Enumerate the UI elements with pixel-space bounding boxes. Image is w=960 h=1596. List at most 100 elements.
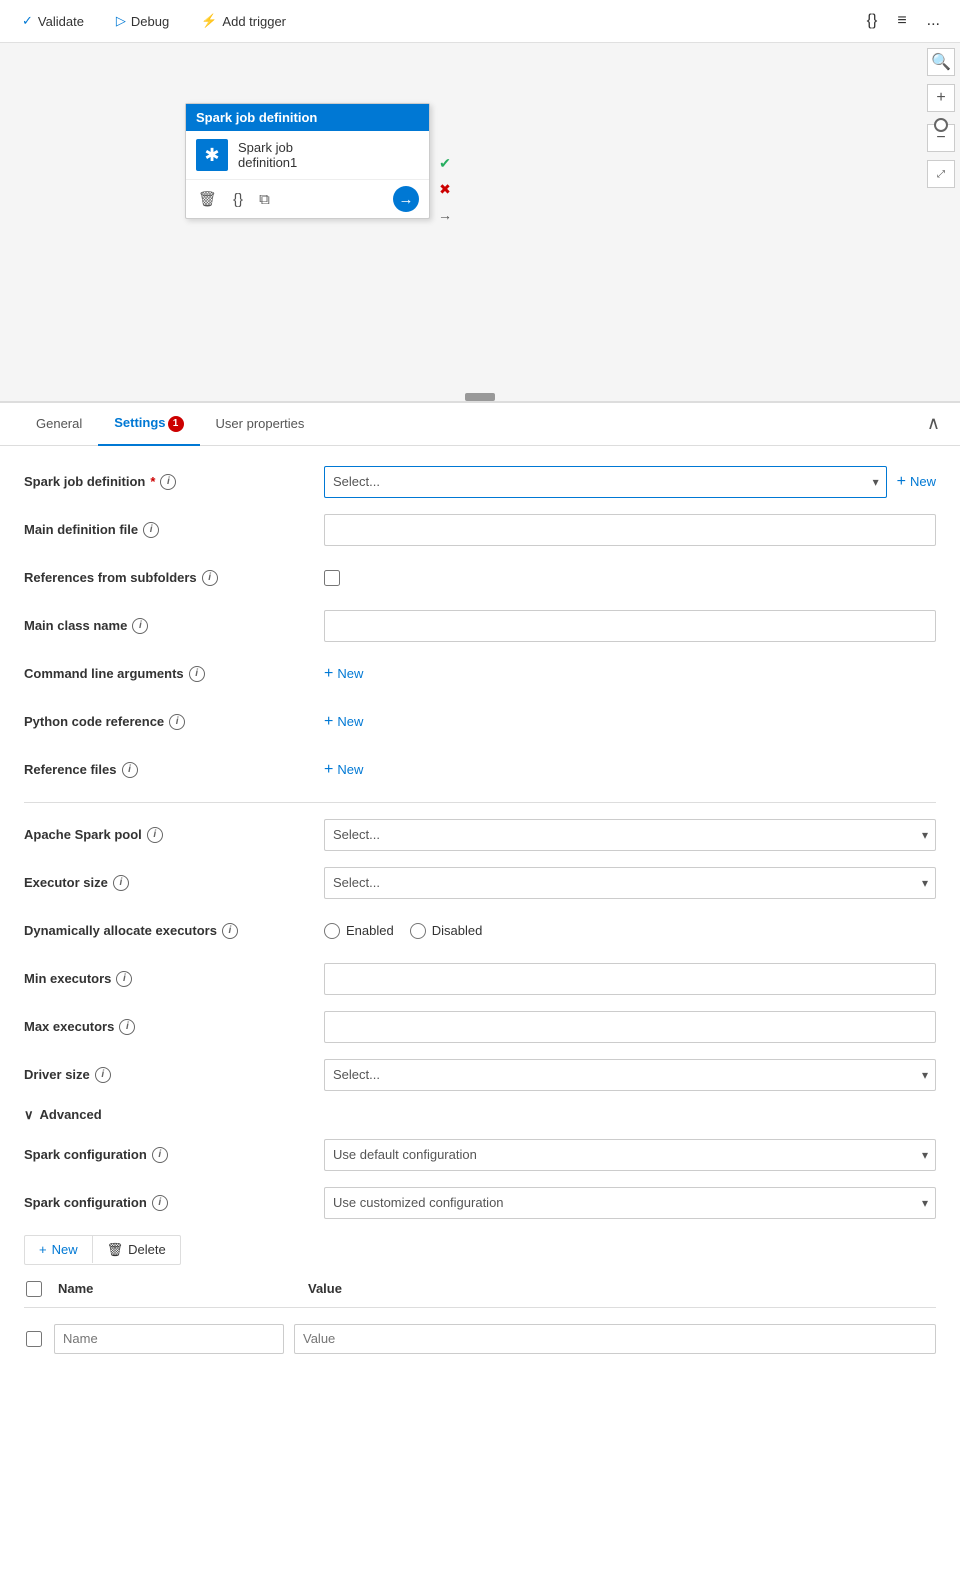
refs-subfolders-checkbox[interactable] [324,570,340,586]
node-json-button[interactable]: {} [231,189,245,210]
refs-subfolders-row: References from subfolders i [24,562,936,594]
main-def-file-row: Main definition file i [24,514,936,546]
spark-job-def-new-button[interactable]: + New [897,473,936,491]
validate-button[interactable]: ✓ Validate [16,9,90,33]
table-row-value-input[interactable] [294,1324,936,1354]
max-executors-control [324,1011,936,1043]
ref-files-new-button[interactable]: + New [324,761,363,779]
spark-job-def-info-icon[interactable]: i [160,474,176,490]
table-row-name-input[interactable] [54,1324,284,1354]
node-footer: 🗑 {} ⧉ → [186,179,429,218]
check-icon: ✔ [435,153,455,173]
main-class-name-info-icon[interactable]: i [132,618,148,634]
debug-button[interactable]: ▷ Debug [110,9,175,33]
collapse-panel-button[interactable]: ∧ [927,413,940,434]
disabled-radio-label[interactable]: Disabled [410,923,483,939]
toolbar-right: {} ≡ ... [863,8,944,34]
tab-settings[interactable]: Settings1 [98,403,199,446]
monitor-toolbar-button[interactable]: ≡ [893,8,910,34]
max-executors-info-icon[interactable]: i [119,1019,135,1035]
driver-size-select-wrap: Select... ▾ [324,1059,936,1091]
refs-subfolders-label: References from subfolders i [24,570,324,586]
node-header: Spark job definition [186,104,429,131]
spark-config-2-info-icon[interactable]: i [152,1195,168,1211]
main-def-file-info-icon[interactable]: i [143,522,159,538]
executor-size-row: Executor size i Select... ▾ [24,867,936,899]
cmd-args-label: Command line arguments i [24,666,324,682]
canvas-controls: 🔍 + − ⤢ [927,48,955,188]
spark-job-def-select-wrap: Select... ▾ [324,466,887,498]
table-data-row [24,1324,936,1354]
apache-spark-pool-control: Select... ▾ [324,819,936,851]
apache-spark-pool-select-wrap: Select... ▾ [324,819,936,851]
cmd-args-info-icon[interactable]: i [189,666,205,682]
panel-resize-handle[interactable] [465,393,495,401]
node-arrow-button[interactable]: → [393,186,419,212]
apache-spark-pool-info-icon[interactable]: i [147,827,163,843]
enabled-radio[interactable] [324,923,340,939]
zoom-in-button[interactable]: + [927,84,955,112]
main-class-name-control [324,610,936,642]
dynamic-allocate-info-icon[interactable]: i [222,923,238,939]
refs-subfolders-info-icon[interactable]: i [202,570,218,586]
spark-config-1-select[interactable]: Use default configuration [324,1139,936,1171]
spark-config-2-control: Use customized configuration ▾ [324,1187,936,1219]
advanced-header[interactable]: ∨ Advanced [24,1107,936,1123]
table-delete-icon: 🗑 [107,1242,124,1258]
search-canvas-button[interactable]: 🔍 [927,48,955,76]
table-header-row: Name Value [24,1277,936,1301]
table-delete-button[interactable]: 🗑 Delete [93,1236,180,1264]
driver-size-select[interactable]: Select... [324,1059,936,1091]
col-name-header: Name [58,1281,298,1296]
enabled-radio-label[interactable]: Enabled [324,923,394,939]
cmd-args-new-button[interactable]: + New [324,665,363,683]
add-trigger-button[interactable]: ⚡ Add trigger [195,9,292,33]
spark-job-def-select[interactable]: Select... [324,466,887,498]
spark-config-2-select[interactable]: Use customized configuration [324,1187,936,1219]
divider-1 [24,802,936,803]
spark-config-1-select-wrap: Use default configuration ▾ [324,1139,936,1171]
min-executors-input[interactable] [324,963,936,995]
min-executors-info-icon[interactable]: i [116,971,132,987]
trigger-icon: ⚡ [201,13,217,29]
ref-files-info-icon[interactable]: i [122,762,138,778]
python-code-ref-control: + New [324,713,936,731]
ref-files-label: Reference files i [24,762,324,778]
cmd-args-row: Command line arguments i + New [24,658,936,690]
main-def-file-input[interactable] [324,514,936,546]
executor-size-select[interactable]: Select... [324,867,936,899]
spark-config-1-info-icon[interactable]: i [152,1147,168,1163]
more-toolbar-button[interactable]: ... [923,8,944,34]
table-new-button[interactable]: + New [25,1236,93,1263]
table-header-checkbox[interactable] [24,1281,44,1297]
disabled-radio[interactable] [410,923,426,939]
tab-general[interactable]: General [20,404,98,445]
node-copy-button[interactable]: ⧉ [257,189,272,210]
min-executors-row: Min executors i [24,963,936,995]
main-def-file-label: Main definition file i [24,522,324,538]
python-code-ref-info-icon[interactable]: i [169,714,185,730]
settings-badge: 1 [168,416,184,432]
table-row-checkbox[interactable] [24,1331,44,1347]
main-toolbar: ✓ Validate ▷ Debug ⚡ Add trigger {} ≡ ..… [0,0,960,43]
node-icon: ✱ [196,139,228,171]
node-delete-button[interactable]: 🗑 [196,188,219,210]
tabs-row: General Settings1 User properties ∧ [0,403,960,446]
main-class-name-input[interactable] [324,610,936,642]
driver-size-control: Select... ▾ [324,1059,936,1091]
driver-size-info-icon[interactable]: i [95,1067,111,1083]
table-divider [24,1307,936,1308]
search-canvas-icon: 🔍 [931,52,951,72]
executor-size-info-icon[interactable]: i [113,875,129,891]
python-code-ref-new-button[interactable]: + New [324,713,363,731]
max-executors-input[interactable] [324,1011,936,1043]
json-toolbar-button[interactable]: {} [863,8,882,34]
dynamic-allocate-label: Dynamically allocate executors i [24,923,324,939]
zoom-slider-thumb[interactable] [934,118,948,132]
tab-user-properties[interactable]: User properties [200,404,321,445]
spark-job-node[interactable]: Spark job definition ✱ Spark job definit… [185,103,430,219]
fit-view-button[interactable]: ⤢ [927,160,955,188]
main-class-name-label: Main class name i [24,618,324,634]
apache-spark-pool-select[interactable]: Select... [324,819,936,851]
max-executors-label: Max executors i [24,1019,324,1035]
